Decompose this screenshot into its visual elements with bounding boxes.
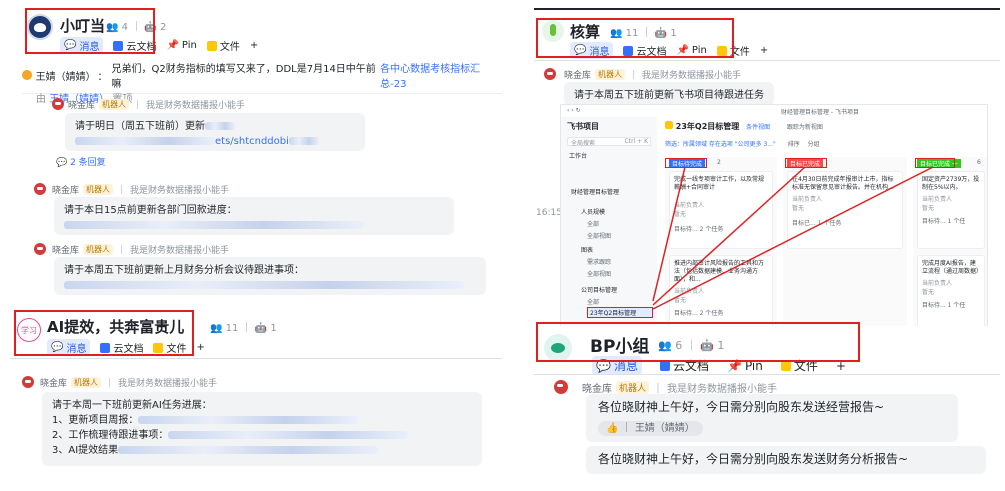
bot-avatar[interactable]: [554, 380, 568, 394]
folder-icon: [206, 40, 217, 51]
bot-badge: 机器人: [83, 184, 114, 195]
message-header: 晓金库 机器人 ｜我是财务数据播报小能手: [68, 98, 246, 111]
bot-avatar[interactable]: [34, 183, 46, 195]
message-bubble[interactable]: 请于本周一下班前更新AI任务进展： 1、更新项目周报： 2、工作梳理待跟进事项：…: [42, 392, 482, 466]
bot-badge: 机器人: [71, 377, 102, 388]
pin-alert-icon: [22, 70, 32, 80]
sender-name[interactable]: 晓金库: [52, 183, 79, 196]
message-header: 晓金库 机器人 ｜我是财务数据播报小能手: [40, 376, 218, 389]
reply-thread-link[interactable]: 💬 2 条回复: [56, 155, 106, 168]
message-header: 晓金库 机器人 ｜我是财务数据播报小能手: [52, 243, 230, 256]
bot-badge: 机器人: [595, 69, 626, 80]
bot-desc: 我是财务数据播报小能手: [146, 101, 246, 111]
bot-desc: 我是财务数据播报小能手: [642, 71, 742, 81]
message-bubble[interactable]: 各位晓财神上午好，今日需分别向股东发送经营报告~ 👍 ｜ 王婧（婧婧）: [586, 394, 958, 442]
bot-avatar[interactable]: [544, 68, 556, 80]
message-header: 晓金库 机器人 ｜我是财务数据播报小能手: [582, 380, 777, 395]
bot-desc: 我是财务数据播报小能手: [118, 379, 218, 389]
bot-avatar[interactable]: [52, 98, 64, 110]
tab-pin[interactable]: 📌 Pin: [166, 40, 196, 51]
reaction-chip[interactable]: 👍 ｜ 王婧（婧婧）: [598, 421, 703, 436]
bot-badge: 机器人: [83, 244, 114, 255]
message-header: 晓金库 机器人 ｜我是财务数据播报小能手: [564, 68, 742, 81]
message-bubble[interactable]: 请于本周五下班前更新飞书项目待跟进任务: [564, 82, 774, 106]
tab-files[interactable]: 文件: [206, 38, 240, 53]
message-text: 请于本日15点前更新各部门回款进度：: [64, 205, 237, 216]
message-text: 各位晓财神上午好，今日需分别向股东发送财务分析报告~: [598, 452, 909, 466]
bot-avatar[interactable]: [22, 376, 34, 388]
message-bubble[interactable]: 各位晓财神上午好，今日需分别向股东发送财务分析报告~: [586, 446, 986, 474]
arrow-line: [652, 166, 806, 306]
sender-name[interactable]: 晓金库: [40, 376, 67, 389]
message-text: 各位晓财神上午好，今日需分别向股东发送经营报告~: [598, 400, 885, 414]
pin-icon: 📌: [166, 40, 179, 51]
thumbs-up-icon: 👍: [606, 423, 619, 434]
bot-badge: 机器人: [616, 381, 650, 394]
message-bubble[interactable]: 请于本日15点前更新各部门回款进度：: [54, 197, 454, 235]
pinned-message-bar[interactable]: 王婧（婧婧）： 兄弟们，Q2财务指标的填写又来了，DDL是7月14日中午前嘛 各…: [22, 60, 502, 105]
message-line: 请于本周一下班前更新AI任务进展：: [52, 400, 212, 411]
highlight-box: [25, 8, 155, 54]
highlight-box: [14, 310, 194, 356]
message-bubble[interactable]: 请于明日（周五下班前）更新 ets/shtcnddobi: [65, 113, 365, 151]
message-text: 请于本周五下班前更新上月财务分析会议待跟进事项：: [64, 265, 304, 276]
bot-desc: 我是财务数据播报小能手: [130, 246, 230, 256]
sender-name[interactable]: 晓金库: [52, 243, 79, 256]
sender-name[interactable]: 晓金库: [68, 98, 95, 111]
doc-icon: [659, 360, 670, 371]
bot-desc: 我是财务数据播报小能手: [130, 186, 230, 196]
pin-author: 王婧（婧婧）: [35, 71, 96, 83]
message-text: 请于本周五下班前更新飞书项目待跟进任务: [574, 90, 764, 101]
embedded-project-screenshot[interactable]: ‹ › ↻ 财经管理目标管理 - 飞书项目 飞书项目 全局搜索 Ctrl + K …: [560, 104, 988, 338]
add-tab-button[interactable]: +: [760, 45, 768, 56]
message-text: 请于明日（周五下班前）更新: [75, 121, 205, 132]
pin-doc-link[interactable]: 各中心数据考核指标汇总-23: [380, 60, 502, 90]
bot-avatar[interactable]: [34, 243, 46, 255]
message-time: 16:15: [536, 208, 562, 218]
message-line: 2、工作梳理待跟进事项：: [52, 430, 169, 441]
add-tab-button[interactable]: +: [196, 342, 204, 353]
bot-badge: 机器人: [99, 99, 130, 110]
highlight-box: [536, 18, 734, 58]
pin-text: 兄弟们，Q2财务指标的填写又来了，DDL是7月14日中午前嘛: [111, 64, 376, 90]
folder-icon: [780, 360, 791, 371]
sender-name[interactable]: 晓金库: [564, 68, 591, 81]
arrow-line: [652, 166, 934, 310]
add-tab-button[interactable]: +: [250, 40, 258, 51]
message-header: 晓金库 机器人 ｜我是财务数据播报小能手: [52, 183, 230, 196]
highlight-box: [536, 322, 860, 362]
message-line: 3、AI提效结果: [52, 445, 119, 456]
annotation-arrows: [652, 166, 934, 310]
message-link[interactable]: ets/shtcnddobi: [215, 136, 289, 147]
message-bubble[interactable]: 请于本周五下班前更新上月财务分析会议待跟进事项：: [54, 257, 486, 295]
group-member-count: 👥 11 ｜ 🤖 1: [210, 323, 277, 334]
message-line: 1、更新项目周报：: [52, 415, 139, 426]
sender-name[interactable]: 晓金库: [582, 380, 612, 395]
bot-desc: 我是财务数据播报小能手: [667, 384, 778, 395]
